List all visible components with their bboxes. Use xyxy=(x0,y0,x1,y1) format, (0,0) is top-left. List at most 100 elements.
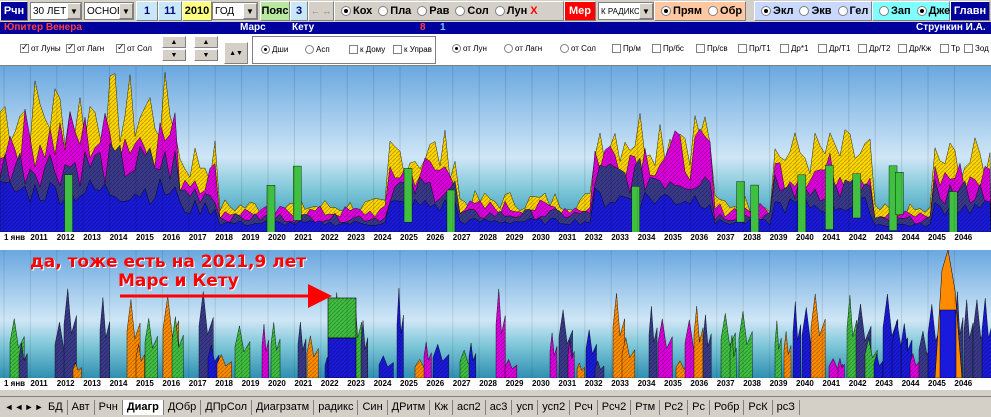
tab-21[interactable]: РсК xyxy=(744,399,773,415)
checkbox-pr-t1[interactable]: Пр/Т1 xyxy=(738,44,771,53)
axis-label: 2016 xyxy=(162,233,181,242)
tab-20[interactable]: Робр xyxy=(710,399,745,415)
radio-zap[interactable]: Зап xyxy=(876,5,914,17)
tab-7[interactable]: радикс xyxy=(314,399,359,415)
checkbox-pr-m[interactable]: Пр/м xyxy=(612,44,641,53)
radio-koh[interactable]: Кох xyxy=(338,5,375,17)
tab-1[interactable]: Авт xyxy=(67,399,95,415)
glav-button[interactable]: Главн xyxy=(950,1,990,21)
checkbox-pr-sv[interactable]: Пр/св xyxy=(696,44,728,53)
checkbox-ot-lagn[interactable]: от Лагн xyxy=(66,42,104,53)
radio-ot-lagn[interactable]: от Лагн xyxy=(504,44,542,53)
checkbox-ot-luny[interactable]: от Луны xyxy=(20,42,61,53)
mer-x: X xyxy=(530,5,538,17)
tab-15[interactable]: Рсч xyxy=(570,399,598,415)
axis-label: 2036 xyxy=(690,379,709,388)
axis-label: 2030 xyxy=(532,379,550,388)
tab-4[interactable]: ДОбр xyxy=(163,399,202,415)
arrows-button[interactable]: ← ↔ xyxy=(308,1,334,21)
axis-label: 2011 xyxy=(30,233,48,242)
checkbox-tr[interactable]: Тр xyxy=(940,44,960,53)
radio-ot-lun[interactable]: от Лун xyxy=(452,44,487,53)
radio-dshi[interactable]: Дши xyxy=(261,45,288,54)
poyas-button[interactable]: Пояс xyxy=(260,1,290,21)
radio-asp[interactable]: Асп xyxy=(305,45,330,54)
tab-19[interactable]: Рс xyxy=(688,399,710,415)
axis-label: 2043 xyxy=(875,379,893,388)
radix-select[interactable]: К РАДИКС ▼ xyxy=(598,2,654,20)
diagram-upper-svg xyxy=(0,66,991,232)
tab-12[interactable]: ас3 xyxy=(485,399,513,415)
tab-8[interactable]: Син xyxy=(358,399,388,415)
tab-13[interactable]: усп xyxy=(512,399,539,415)
checkbox-zod[interactable]: Зод xyxy=(964,44,989,53)
tab-3[interactable]: Диагр xyxy=(122,399,164,415)
radio-pla[interactable]: Пла xyxy=(375,5,414,17)
tab-6[interactable]: Диагрзатм xyxy=(252,399,315,415)
checkbox-k-domu[interactable]: к Дому xyxy=(349,45,385,54)
axis-label: 2014 xyxy=(109,379,128,388)
calc-mode-group: Кох Пла Рав Сол Лун X xyxy=(334,1,564,21)
axis-label: 2023 xyxy=(347,233,365,242)
tab-5[interactable]: ДПрСол xyxy=(201,399,252,415)
radio-sol[interactable]: Сол xyxy=(452,5,491,17)
tab-0[interactable]: БД xyxy=(44,399,68,415)
axis-label: 1 янв xyxy=(4,379,26,388)
axis-label: 2036 xyxy=(690,233,709,242)
axis-label: 2037 xyxy=(716,379,735,388)
radio-gel[interactable]: Гел xyxy=(835,5,872,17)
year-field[interactable]: 2010 xyxy=(182,1,212,21)
tab-16[interactable]: Рсч2 xyxy=(597,399,632,415)
spin-down-2[interactable]: ▼ xyxy=(194,49,218,61)
radio-lun[interactable]: Лун xyxy=(492,5,530,17)
num1-field[interactable]: 1 xyxy=(136,1,158,21)
tab-9[interactable]: ДРитм xyxy=(387,399,431,415)
num2-field[interactable]: 11 xyxy=(158,1,182,21)
tab-18[interactable]: Рс2 xyxy=(660,399,689,415)
radio-ekl[interactable]: Экл xyxy=(758,5,796,17)
checkbox-ot-sol[interactable]: от Сол xyxy=(116,42,152,53)
spin-up-1[interactable]: ▲ xyxy=(162,36,186,48)
axis-label: 2027 xyxy=(452,233,471,242)
options-panel: от Луны от Лагн от Сол ▲ ▼ ▲ ▼ ▲▼ Дши Ас… xyxy=(0,34,991,66)
axis-label: 2031 xyxy=(558,233,577,242)
main-toolbar: Рчн 30 ЛЕТ ▼ ОСНОВН ▼ 1 11 2010 ГОД ▼ Пояс … xyxy=(0,0,991,22)
last-tab-icon[interactable]: ► xyxy=(34,402,44,412)
tab-22[interactable]: рсЗ xyxy=(772,399,800,415)
axis-label: 2037 xyxy=(716,233,735,242)
checkbox-dr-1[interactable]: Др*1 xyxy=(780,44,808,53)
rch-button[interactable]: Рчн xyxy=(0,1,28,21)
spin-3[interactable]: ▲▼ xyxy=(224,42,248,64)
checkbox-k-uprav[interactable]: к Управ xyxy=(393,45,432,54)
checkbox-dr-kzh[interactable]: Др/Кж xyxy=(898,44,931,53)
diagram-spike xyxy=(852,173,862,219)
tab-2[interactable]: Рчн xyxy=(94,399,123,415)
checkbox-dr-t2[interactable]: Др/Т2 xyxy=(858,44,890,53)
radio-obr[interactable]: Обр xyxy=(705,5,745,17)
mer-button[interactable]: Мер xyxy=(564,1,596,21)
first-tab-icon[interactable]: ◄ xyxy=(4,402,14,412)
next-tab-icon[interactable]: ► xyxy=(24,402,34,412)
radio-ekv[interactable]: Экв xyxy=(796,5,834,17)
tab-11[interactable]: асп2 xyxy=(452,399,486,415)
axis-label: 2046 xyxy=(954,233,973,242)
checkbox-pr-bs[interactable]: Пр/бс xyxy=(652,44,684,53)
diagram-peak xyxy=(939,309,957,378)
radio-pryam[interactable]: Прям xyxy=(658,5,705,17)
axis-label: 2021 xyxy=(294,233,313,242)
checkbox-dr-t1[interactable]: Др/Т1 xyxy=(818,44,850,53)
mode-select[interactable]: ОСНОВН ▼ xyxy=(84,2,134,20)
axis-label: 2043 xyxy=(875,233,893,242)
tab-14[interactable]: усп2 xyxy=(538,399,571,415)
prev-tab-icon[interactable]: ◄ xyxy=(14,402,24,412)
radio-ot-sol[interactable]: от Сол xyxy=(560,44,596,53)
period-select[interactable]: 30 ЛЕТ ▼ xyxy=(30,2,82,20)
tab-10[interactable]: Кж xyxy=(430,399,453,415)
radio-rav[interactable]: Рав xyxy=(414,5,452,17)
num3-field[interactable]: 3 xyxy=(290,1,308,21)
tab-17[interactable]: Ртм xyxy=(631,399,661,415)
spin-down-1[interactable]: ▼ xyxy=(162,49,186,61)
zodiac-group: Зап Джет xyxy=(872,1,956,21)
unit-select[interactable]: ГОД ▼ xyxy=(212,2,258,20)
spin-up-2[interactable]: ▲ xyxy=(194,36,218,48)
